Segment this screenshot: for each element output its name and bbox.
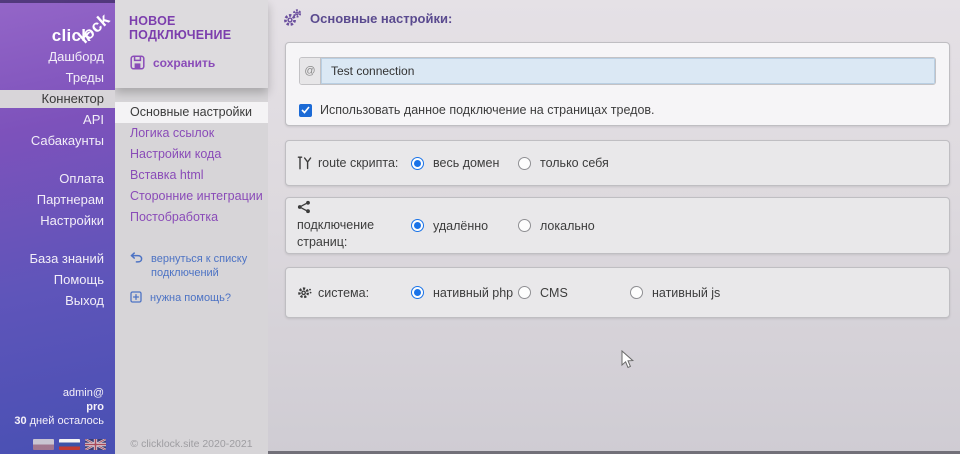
at-prefix-icon: @ [300,58,321,84]
sidebar-item-settings[interactable]: Настройки [0,210,115,231]
tab-link-logic[interactable]: Логика ссылок [115,123,268,144]
panel-links: вернуться к списку подключений нужна пом… [130,252,262,316]
save-button-label: сохранить [153,56,215,70]
sidebar-item-subaccounts[interactable]: Сабакаунты [0,130,115,151]
radio-selected-icon[interactable] [411,157,424,170]
undo-arrow-icon [130,252,143,263]
sidebar: click lock Дашборд Треды Коннектор API С… [0,0,115,454]
sidebar-item-api[interactable]: API [0,109,115,130]
radio-native-js[interactable]: нативный js [630,286,720,300]
copyright: © clicklock.site 2020-2021 [115,438,268,450]
system-card: система: нативный php CMS нативный js [285,267,950,318]
app-window: click lock Дашборд Треды Коннектор API С… [0,0,960,454]
connection-nav: Основные настройки Логика ссылок Настрой… [115,102,268,228]
back-link-label: вернуться к списку подключений [151,252,257,280]
radio-local[interactable]: локально [518,219,595,233]
radio-remote[interactable]: удалённо [411,219,518,233]
radio-unselected-icon[interactable] [630,286,643,299]
page-connection-card: подключение страниц: удалённо локально [285,197,950,254]
page-connection-label: подключение страниц: [297,200,393,251]
language-flag-ru-icon[interactable] [59,439,80,450]
radio-native-php[interactable]: нативный php [411,286,518,300]
tab-postprocessing[interactable]: Постобработка [115,207,268,228]
tab-main-settings[interactable]: Основные настройки [115,102,268,123]
need-help-link[interactable]: нужна помощь? [130,291,262,305]
share-icon [297,200,311,214]
radio-cms[interactable]: CMS [518,286,630,300]
radio-whole-domain[interactable]: весь домен [411,156,518,170]
radio-unselected-icon[interactable] [518,157,531,170]
connection-panel: НОВОЕ ПОДКЛЮЧЕНИЕ сохранить Основные нас… [115,0,268,454]
sidebar-item-logout[interactable]: Выход [0,290,115,311]
tab-integrations[interactable]: Сторонние интеграции [115,186,268,207]
sidebar-item-connector[interactable]: Коннектор [0,90,115,108]
sidebar-item-threads[interactable]: Треды [0,67,115,88]
route-icon [297,155,312,171]
page-title: Основные настройки: [310,11,452,26]
help-link-label: нужна помощь? [150,291,231,305]
account-email: admin@ [14,386,104,400]
back-to-connections-link[interactable]: вернуться к списку подключений [130,252,262,280]
radio-unselected-icon[interactable] [518,286,531,299]
radio-selected-icon[interactable] [411,219,424,232]
system-label: система: [297,285,411,300]
connection-name-input[interactable] [321,58,935,84]
radio-unselected-icon[interactable] [518,219,531,232]
account-plan: pro [14,400,104,414]
sidebar-item-dashboard[interactable]: Дашборд [0,46,115,67]
tab-code-settings[interactable]: Настройки кода [115,144,268,165]
save-icon [130,55,145,70]
radio-only-self[interactable]: только себя [518,156,609,170]
radio-selected-icon[interactable] [411,286,424,299]
sidebar-item-knowledge-base[interactable]: База знаний [0,248,115,269]
route-script-card: route скрипта: весь домен только себя [285,140,950,186]
panel-title: НОВОЕ ПОДКЛЮЧЕНИЕ [115,0,268,42]
language-flag-uk-icon[interactable] [85,439,106,450]
main-header: Основные настройки: [283,9,452,27]
use-on-thread-pages-checkbox-row[interactable]: Использовать данное подключение на стран… [299,103,655,117]
save-button[interactable]: сохранить [130,55,268,70]
sidebar-item-payment[interactable]: Оплата [0,168,115,189]
gears-icon [283,9,302,27]
sidebar-item-partners[interactable]: Партнерам [0,189,115,210]
gear-icon [297,285,312,300]
sidebar-nav: Дашборд Треды Коннектор API Сабакаунты О… [0,46,115,311]
plus-box-icon [130,291,142,303]
panel-header: НОВОЕ ПОДКЛЮЧЕНИЕ сохранить [115,0,268,88]
tab-html-insert[interactable]: Вставка html [115,165,268,186]
checkbox-label: Использовать данное подключение на стран… [320,103,655,117]
language-switcher [33,439,106,450]
checkbox-checked-icon[interactable] [299,104,312,117]
sidebar-item-help[interactable]: Помощь [0,269,115,290]
main-content: Основные настройки: @ Использовать данно… [268,0,960,454]
account-days-left: 30 дней осталось [14,414,104,428]
connection-name-card: @ Использовать данное подключение на стр… [285,42,950,126]
language-flag-muted-icon[interactable] [33,439,54,450]
account-info: admin@ pro 30 дней осталось [14,386,104,428]
route-script-label: route скрипта: [297,155,411,171]
connection-name-group: @ [299,57,936,85]
